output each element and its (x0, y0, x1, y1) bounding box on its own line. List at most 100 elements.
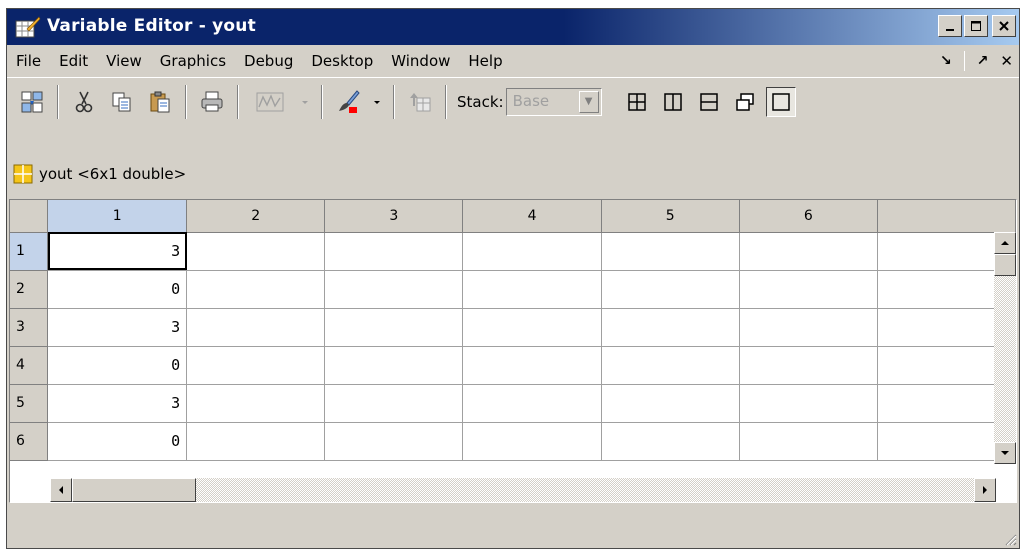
column-header[interactable]: 4 (462, 200, 602, 233)
row-header[interactable]: 1 (10, 232, 49, 271)
tile-layout-button[interactable] (622, 87, 652, 117)
scroll-up-button[interactable] (994, 232, 1016, 254)
menu-graphics[interactable]: Graphics (151, 52, 235, 70)
grid-cell[interactable] (324, 308, 464, 347)
top-bottom-layout-button[interactable] (694, 87, 724, 117)
column-header[interactable]: 6 (739, 200, 878, 233)
table-row: 5 3 (10, 384, 1016, 423)
grid-cell[interactable] (324, 270, 464, 309)
menu-debug[interactable]: Debug (235, 52, 302, 70)
stack-value: Base (512, 91, 550, 110)
stack-up-button[interactable] (404, 86, 436, 118)
vertical-scroll-thumb[interactable] (994, 254, 1016, 276)
grid-cell[interactable] (601, 346, 740, 385)
grid-cell[interactable] (601, 308, 740, 347)
row-header[interactable]: 3 (10, 308, 49, 347)
table-row: 1 3 (10, 232, 1016, 271)
maximize-button[interactable] (964, 15, 988, 37)
variable-grid[interactable]: 1 2 3 4 5 6 1 3 2 0 3 3 4 0 5 3 6 0 (9, 199, 1017, 503)
left-right-layout-button[interactable] (658, 87, 688, 117)
grid-cell[interactable]: 3 (47, 384, 188, 423)
horizontal-scrollbar[interactable] (50, 478, 996, 502)
scroll-left-button[interactable] (50, 478, 72, 502)
select-all-corner[interactable] (10, 200, 49, 233)
grid-cell[interactable] (324, 346, 464, 385)
grid-cell[interactable] (601, 384, 740, 423)
vertical-scrollbar[interactable] (994, 232, 1016, 464)
grid-cell[interactable]: 3 (47, 232, 188, 271)
grid-cell[interactable] (324, 384, 464, 423)
grid-cell[interactable] (324, 232, 464, 271)
menu-view[interactable]: View (97, 52, 151, 70)
menu-bar: File Edit View Graphics Debug Desktop Wi… (7, 45, 1019, 77)
grid-cell[interactable] (601, 422, 740, 461)
column-header[interactable] (877, 200, 1016, 233)
grid-cell[interactable] (739, 422, 878, 461)
scroll-down-button[interactable] (994, 442, 1016, 464)
grid-cell[interactable] (186, 270, 326, 309)
title-bar[interactable]: Variable Editor - yout (7, 9, 1019, 45)
grid-cell[interactable]: 3 (47, 308, 188, 347)
menu-edit[interactable]: Edit (50, 52, 97, 70)
stack-select[interactable]: Base ▼ (505, 87, 602, 116)
grid-cell[interactable] (601, 270, 740, 309)
window-title: Variable Editor - yout (47, 16, 256, 36)
grid-cell[interactable] (739, 232, 878, 271)
close-button[interactable] (992, 15, 1016, 37)
grid-cell[interactable] (739, 308, 878, 347)
grid-cell[interactable]: 0 (47, 422, 188, 461)
print-button[interactable] (196, 86, 228, 118)
grid-cell[interactable] (739, 346, 878, 385)
column-header[interactable]: 3 (324, 200, 464, 233)
grid-cell[interactable] (739, 270, 878, 309)
grid-cell[interactable] (462, 308, 602, 347)
column-header[interactable]: 2 (186, 200, 326, 233)
menu-desktop[interactable]: Desktop (302, 52, 382, 70)
grid-cell[interactable] (739, 384, 878, 423)
grid-cell[interactable] (186, 308, 326, 347)
row-header[interactable]: 2 (10, 270, 49, 309)
undock-icon[interactable]: ↘ (940, 53, 952, 69)
grid-cell[interactable] (462, 232, 602, 271)
paste-button[interactable] (144, 86, 176, 118)
grid-cell[interactable] (186, 232, 326, 271)
grid-cell[interactable] (186, 422, 326, 461)
menu-window[interactable]: Window (382, 52, 459, 70)
grid-cell[interactable] (462, 384, 602, 423)
grid-cell[interactable] (462, 270, 602, 309)
plot-dropdown[interactable] (298, 86, 312, 118)
grid-cell[interactable] (601, 232, 740, 271)
menu-help[interactable]: Help (459, 52, 511, 70)
grid-cell[interactable] (462, 346, 602, 385)
column-header[interactable]: 5 (601, 200, 740, 233)
brush-button[interactable] (332, 86, 364, 118)
dock-icon[interactable]: ↗ (977, 53, 989, 69)
cut-button[interactable] (68, 86, 100, 118)
grid-cell[interactable] (186, 384, 326, 423)
row-header[interactable]: 6 (10, 422, 49, 461)
horizontal-scroll-thumb[interactable] (72, 478, 196, 502)
grid-cell[interactable] (324, 422, 464, 461)
menu-file[interactable]: File (7, 52, 50, 70)
import-data-button[interactable] (16, 86, 48, 118)
grid-cell[interactable]: 0 (47, 270, 188, 309)
scroll-right-button[interactable] (974, 478, 996, 502)
float-layout-button[interactable] (730, 87, 760, 117)
close-editor-icon[interactable]: ✕ (1000, 52, 1013, 70)
chevron-down-icon (374, 100, 380, 104)
row-header[interactable]: 4 (10, 346, 49, 385)
grid-cell[interactable] (462, 422, 602, 461)
column-header[interactable]: 1 (47, 200, 188, 233)
grid-cell[interactable]: 0 (47, 346, 188, 385)
grid-cell[interactable] (186, 346, 326, 385)
brush-dropdown[interactable] (370, 86, 384, 118)
resize-grip-icon[interactable] (1001, 530, 1017, 546)
minimize-button[interactable] (938, 15, 962, 37)
plot-button[interactable] (248, 86, 292, 118)
copy-button[interactable] (106, 86, 138, 118)
maximize-layout-button[interactable] (765, 86, 796, 117)
stack-label: Stack: (457, 92, 504, 111)
row-header[interactable]: 5 (10, 384, 49, 423)
chevron-down-icon[interactable]: ▼ (578, 90, 599, 113)
cut-icon (75, 91, 93, 112)
